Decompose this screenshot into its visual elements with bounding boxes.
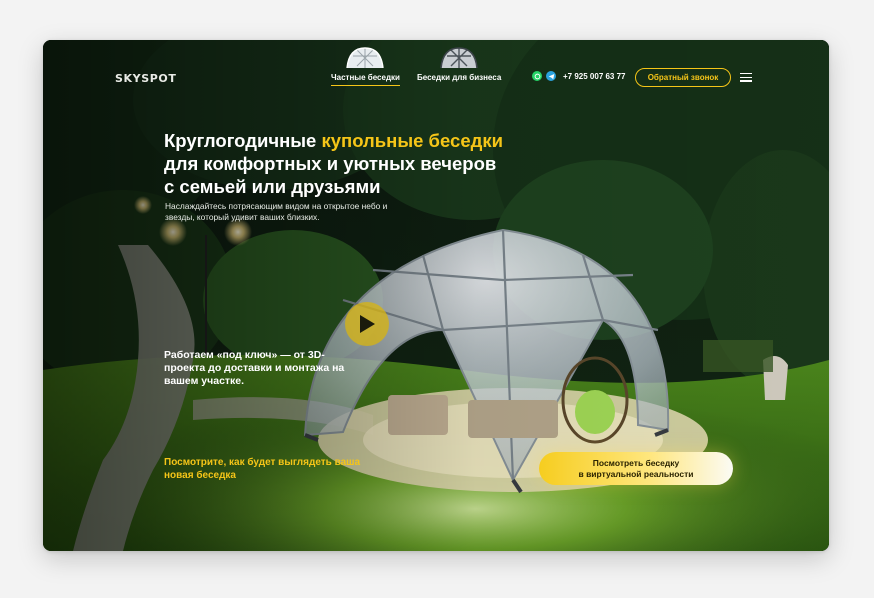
turnkey-text: Работаем «под ключ» — от 3D-проекта до д… (164, 349, 345, 387)
nav-label: Беседки для бизнеса (417, 73, 502, 82)
active-underline (331, 84, 400, 86)
dome-business-thumbnail-icon (439, 46, 479, 68)
hero-title: Круглогодичные купольные беседки для ком… (164, 129, 564, 198)
hero-title-accent: купольные беседки (321, 130, 503, 151)
hero-title-part: Круглогодичные (164, 130, 322, 151)
vr-preview-link[interactable]: Посмотрите, как будет выглядеть ваша нов… (164, 456, 364, 482)
contacts: +7 925 007 63 77 (532, 71, 626, 81)
telegram-icon[interactable] (546, 71, 556, 81)
hero-subtitle: Наслаждайтесь потрясающим видом на откры… (165, 201, 388, 222)
play-video-button[interactable] (345, 302, 389, 346)
play-icon (360, 315, 375, 333)
logo[interactable]: SKYSPOT (115, 72, 176, 85)
nav-private-gazebos[interactable]: Частные беседки (331, 47, 400, 86)
vr-button-line2: в виртуальной реальности (578, 468, 694, 479)
vr-view-button[interactable]: Посмотреть беседку в виртуальной реально… (539, 452, 733, 485)
nav-business-gazebos[interactable]: Беседки для бизнеса (417, 47, 502, 82)
dome-thumbnail-icon (345, 46, 385, 68)
vr-button-line1: Посмотреть беседку (592, 457, 680, 468)
hero-title-line2: для комфортных и уютных вечеров (164, 153, 497, 174)
hamburger-menu-icon[interactable] (740, 73, 752, 82)
callback-button[interactable]: Обратный звонок (635, 68, 731, 87)
nav-label: Частные беседки (331, 73, 400, 82)
phone-number[interactable]: +7 925 007 63 77 (563, 72, 626, 81)
hero-title-line3: с семьей или друзьями (164, 176, 381, 197)
hero-screen: SKYSPOT Частные беседки Беседки для бизн… (43, 40, 829, 551)
whatsapp-icon[interactable] (532, 71, 542, 81)
